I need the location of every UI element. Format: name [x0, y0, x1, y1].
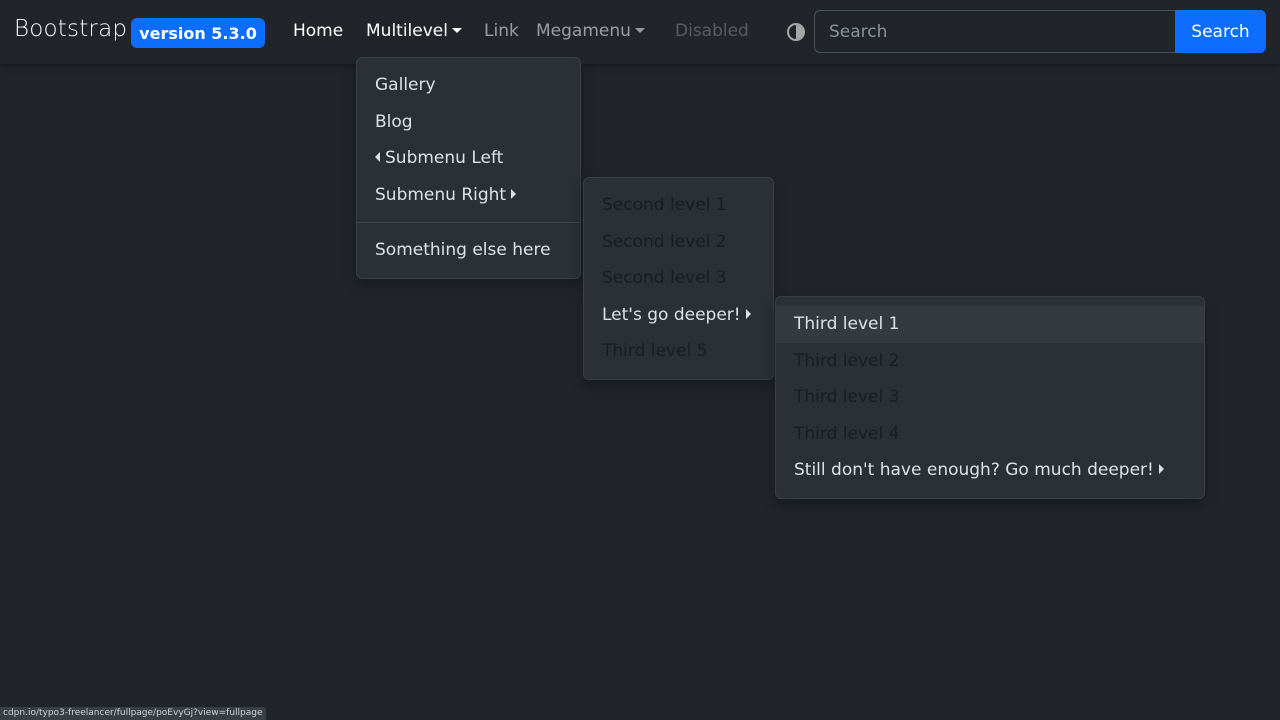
menu-item-go-deeper[interactable]: Let's go deeper! [584, 297, 773, 334]
caret-right-icon [511, 188, 517, 199]
nav-megamenu[interactable]: Megamenu [536, 21, 645, 41]
navbar: Bootstrap version 5.3.0 Home Multilevel … [0, 0, 1280, 64]
menu-item-second-level-1[interactable]: Second level 1 [584, 187, 773, 224]
third-level-dropdown: Third level 1 Third level 2 Third level … [775, 296, 1205, 499]
navbar-brand[interactable]: Bootstrap [14, 16, 127, 42]
menu-item-third-level-3[interactable]: Third level 3 [776, 379, 1204, 416]
menu-item-second-level-2[interactable]: Second level 2 [584, 224, 773, 261]
caret-down-icon [451, 28, 462, 33]
menu-item-third-level-5[interactable]: Third level 5 [584, 333, 773, 370]
menu-item-second-level-3[interactable]: Second level 3 [584, 260, 773, 297]
menu-item-third-level-2[interactable]: Third level 2 [776, 343, 1204, 380]
version-badge: version 5.3.0 [131, 18, 265, 48]
nav-link[interactable]: Link [484, 21, 519, 41]
menu-item-gallery[interactable]: Gallery [357, 67, 580, 104]
caret-right-icon [745, 308, 751, 319]
nav-megamenu-label: Megamenu [536, 21, 631, 41]
menu-item-blog[interactable]: Blog [357, 104, 580, 141]
menu-item-label: Let's go deeper! [602, 304, 741, 325]
menu-item-something-else[interactable]: Something else here [357, 232, 580, 269]
nav-multilevel-label: Multilevel [366, 21, 448, 41]
caret-down-icon [634, 28, 645, 33]
menu-item-third-level-4[interactable]: Third level 4 [776, 416, 1204, 453]
multilevel-dropdown: Gallery Blog Submenu Left Submenu Right … [356, 57, 581, 279]
search-button[interactable]: Search [1175, 10, 1266, 53]
menu-item-label: Submenu Left [385, 148, 504, 169]
second-level-dropdown: Second level 1 Second level 2 Second lev… [583, 177, 774, 380]
nav-disabled: Disabled [675, 21, 749, 41]
dropdown-divider [357, 222, 580, 224]
menu-item-label: Still don't have enough? Go much deeper! [794, 460, 1154, 481]
caret-left-icon [375, 152, 380, 163]
nav-multilevel[interactable]: Multilevel [366, 21, 462, 41]
menu-item-third-level-1[interactable]: Third level 1 [776, 306, 1204, 343]
caret-right-icon [1158, 464, 1164, 475]
menu-item-label: Submenu Right [375, 184, 507, 205]
nav-home[interactable]: Home [293, 21, 343, 41]
theme-toggle-icon[interactable] [787, 23, 805, 41]
status-url: cdpn.io/typo3-freelancer/fullpage/poEvyG… [0, 707, 266, 720]
search-input[interactable] [814, 10, 1176, 53]
menu-item-submenu-right[interactable]: Submenu Right [357, 177, 580, 214]
menu-item-go-much-deeper[interactable]: Still don't have enough? Go much deeper! [776, 452, 1204, 489]
menu-item-submenu-left[interactable]: Submenu Left [357, 140, 580, 177]
